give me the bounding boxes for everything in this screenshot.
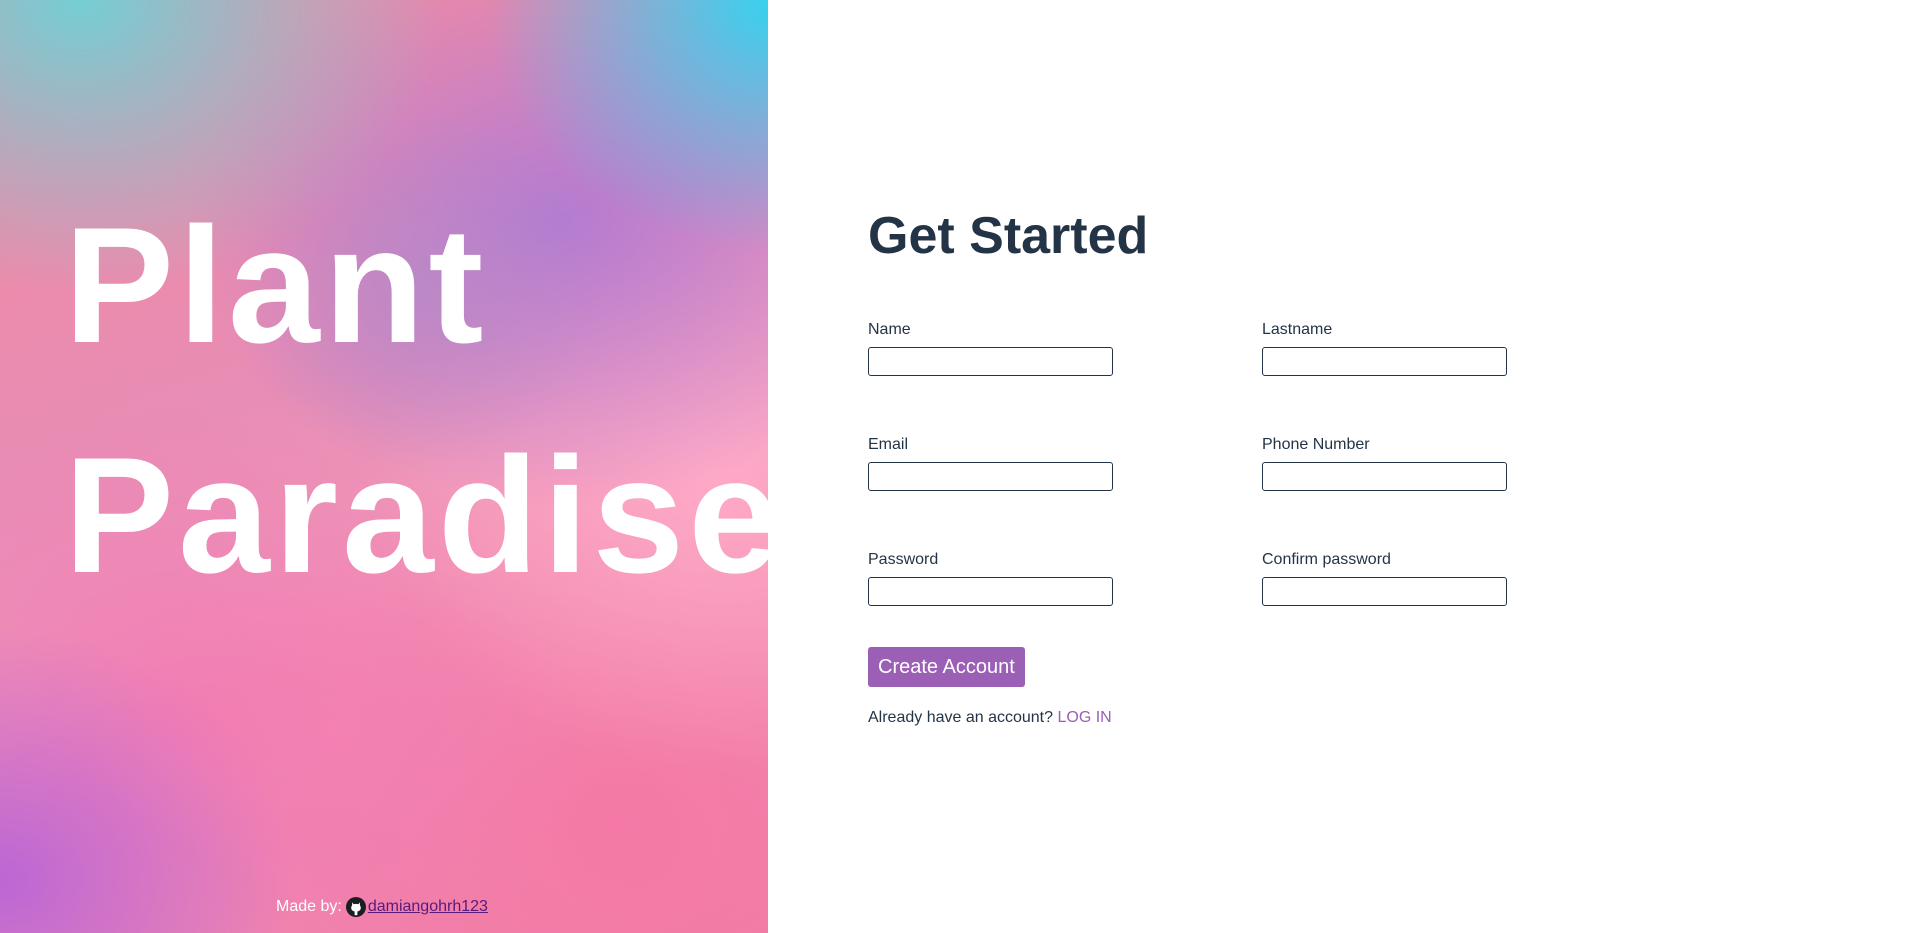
confirm-password-input[interactable]: [1262, 577, 1507, 606]
github-icon: [345, 897, 366, 917]
login-link[interactable]: LOG IN: [1057, 709, 1111, 726]
lastname-input[interactable]: [1262, 347, 1507, 376]
author-link[interactable]: damiangohrh123: [368, 898, 488, 916]
email-field: Email: [868, 436, 1114, 491]
name-label: Name: [868, 321, 911, 338]
lastname-field: Lastname: [1262, 321, 1508, 376]
form-panel: Get Started Name Lastname Email Phone Nu…: [768, 0, 1920, 933]
email-input[interactable]: [868, 462, 1113, 491]
phone-label: Phone Number: [1262, 436, 1370, 453]
credit-prefix: Made by:: [276, 898, 342, 915]
password-input[interactable]: [868, 577, 1113, 606]
hero-title-line1: Plant: [64, 193, 488, 377]
password-field: Password: [868, 551, 1114, 606]
confirm-password-field: Confirm password: [1262, 551, 1508, 606]
login-prompt-text: Already have an account?: [868, 709, 1058, 726]
create-account-button[interactable]: Create Account: [868, 647, 1025, 687]
hero-title: Plant Paradise: [64, 170, 768, 630]
form-title: Get Started: [868, 207, 1149, 265]
hero-title-line2: Paradise: [64, 423, 768, 607]
credit: Made by: damiangohrh123: [276, 897, 488, 917]
name-field: Name: [868, 321, 1114, 376]
phone-input[interactable]: [1262, 462, 1507, 491]
login-prompt: Already have an account? LOG IN: [868, 709, 1112, 727]
confirm-password-label: Confirm password: [1262, 551, 1391, 568]
password-label: Password: [868, 551, 939, 568]
email-label: Email: [868, 436, 909, 453]
hero-panel: Plant Paradise Made by: damiangohrh123: [0, 0, 768, 933]
phone-field: Phone Number: [1262, 436, 1508, 491]
name-input[interactable]: [868, 347, 1113, 376]
lastname-label: Lastname: [1262, 321, 1333, 338]
signup-page: Plant Paradise Made by: damiangohrh123 G…: [0, 0, 1920, 933]
